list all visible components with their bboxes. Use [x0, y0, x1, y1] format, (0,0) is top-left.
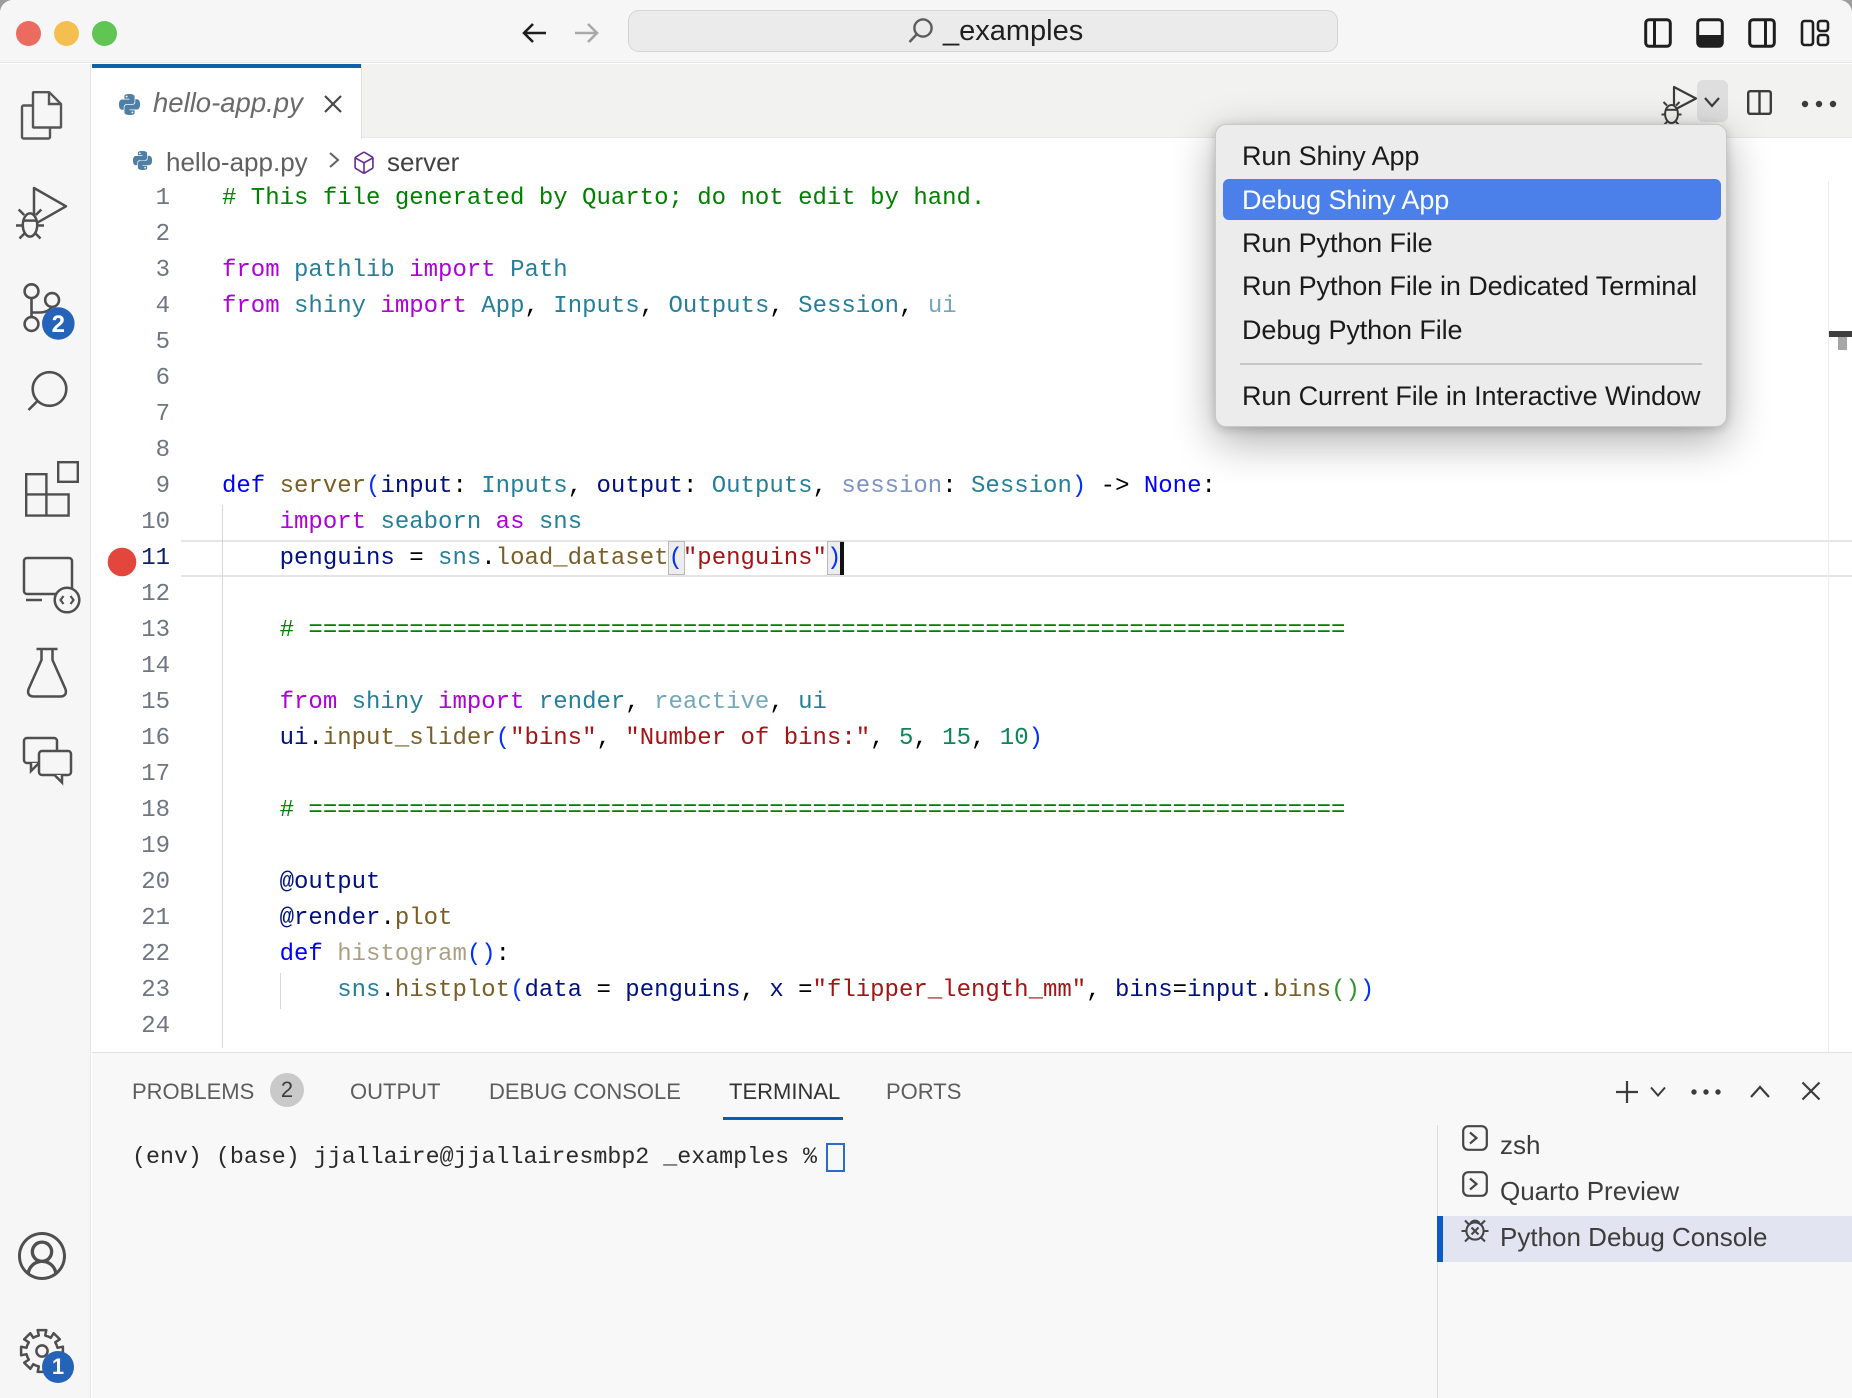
- svg-text:2: 2: [52, 311, 65, 338]
